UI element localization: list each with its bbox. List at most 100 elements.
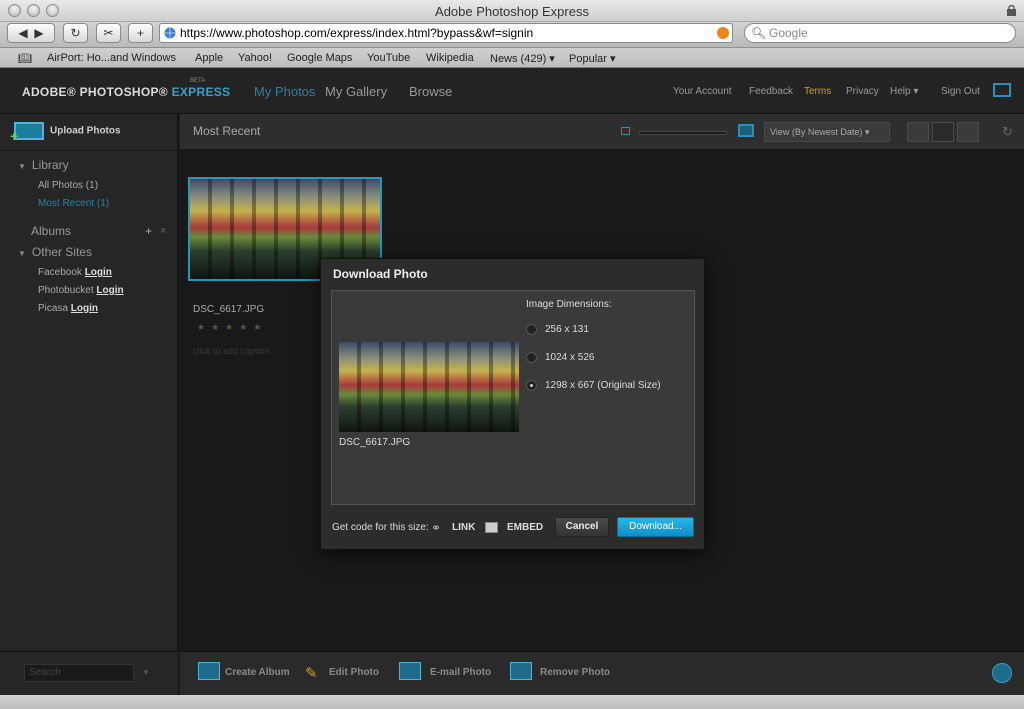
library-label: Library — [31, 158, 69, 172]
bookmark-popular[interactable]: Popular ▾ — [569, 52, 616, 65]
link-code-button[interactable]: LINK — [452, 522, 475, 533]
other-sites-label: Other Sites — [31, 245, 92, 259]
grid-view-icon[interactable] — [932, 122, 954, 142]
large-thumb-icon[interactable] — [738, 124, 754, 137]
remove-photo-icon[interactable] — [510, 662, 532, 680]
open-book-icon[interactable]: 📖︎ — [18, 52, 32, 65]
sidebar-item-all-photos[interactable]: All Photos (1) — [38, 180, 98, 191]
thumbnail-size-slider[interactable] — [639, 131, 727, 135]
dimensions-label: Image Dimensions: — [526, 299, 612, 310]
site-name: Picasa — [38, 303, 69, 314]
logo-express-text: EXPRESS — [171, 85, 231, 99]
bookmark-airport[interactable]: AirPort: Ho...and Windows — [47, 52, 176, 64]
rating-stars[interactable]: ★★★★★ — [197, 322, 267, 333]
size-option-1024[interactable]: 1024 x 526 — [526, 352, 595, 363]
edit-photo-button[interactable]: Edit Photo — [329, 667, 379, 678]
size-option-original[interactable]: 1298 x 667 (Original Size) — [526, 380, 661, 391]
email-photo-button[interactable]: E-mail Photo — [430, 667, 491, 678]
address-bar[interactable]: https://www.photoshop.com/express/index.… — [159, 23, 733, 43]
nav-my-gallery[interactable]: My Gallery — [325, 84, 387, 99]
email-icon[interactable] — [399, 662, 421, 680]
search-placeholder: Google — [769, 26, 808, 40]
size-label: 1024 x 526 — [545, 352, 595, 364]
back-forward-buttons[interactable]: ◀ ▶ — [7, 23, 55, 43]
preview-filename: DSC_6617.JPG — [339, 437, 411, 448]
sidebar-search-input[interactable]: Search — [24, 664, 134, 682]
bookmark-yahoo[interactable]: Yahoo! — [238, 52, 272, 64]
info-icon[interactable] — [992, 663, 1012, 683]
pencil-icon[interactable]: ✎ — [305, 664, 318, 682]
bookmarks-bar: 📖︎ AirPort: Ho...and Windows Apple Yahoo… — [0, 48, 1024, 68]
link-chain-icon[interactable]: ⚭ — [431, 521, 441, 535]
library-header[interactable]: ▼ Library — [18, 158, 69, 172]
view-sort-select[interactable]: View (By Newest Date) ▾ — [764, 122, 890, 142]
get-code-label: Get code for this size: — [332, 522, 429, 533]
bookmark-google-maps[interactable]: Google Maps — [287, 52, 352, 64]
fullscreen-icon[interactable] — [993, 83, 1011, 97]
refresh-icon[interactable]: ↻ — [1002, 124, 1013, 140]
reload-button[interactable]: ↻ — [63, 23, 88, 43]
caption-field[interactable]: click to add caption — [193, 346, 270, 356]
page-title: Most Recent — [193, 124, 261, 138]
forward-icon[interactable]: ▶ — [34, 26, 43, 40]
size-option-256[interactable]: 256 x 131 — [526, 324, 589, 335]
upload-photos-button[interactable]: Upload Photos — [10, 122, 121, 144]
snippet-button[interactable]: ✂ — [96, 23, 121, 43]
nav-browse[interactable]: Browse — [409, 84, 452, 99]
back-icon[interactable]: ◀ — [18, 26, 27, 40]
expand-triangle-icon: ▼ — [18, 162, 26, 171]
facebook-login-link[interactable]: Login — [85, 267, 112, 278]
chevron-down-icon[interactable]: ▼ — [142, 668, 150, 677]
cancel-button[interactable]: Cancel — [555, 517, 609, 537]
reload-icon: ↻ — [70, 26, 81, 40]
site-facebook: Facebook Login — [38, 267, 112, 278]
remove-photo-button[interactable]: Remove Photo — [540, 667, 610, 678]
bookmark-youtube[interactable]: YouTube — [367, 52, 410, 64]
link-your-account[interactable]: Your Account — [673, 86, 732, 97]
sidebar-item-most-recent[interactable]: Most Recent (1) — [38, 198, 109, 209]
bookmark-apple[interactable]: Apple — [195, 52, 223, 64]
radio-button[interactable] — [526, 324, 537, 335]
bottom-action-bar: Create Album ✎ Edit Photo E-mail Photo R… — [180, 651, 1024, 695]
radio-button[interactable] — [526, 352, 537, 363]
bookmark-news[interactable]: News (429) ▾ — [490, 52, 555, 65]
site-photobucket: Photobucket Login — [38, 285, 124, 296]
window-title: Adobe Photoshop Express — [435, 4, 589, 19]
download-button[interactable]: Download... — [617, 517, 694, 537]
add-bookmark-button[interactable]: + — [128, 23, 153, 43]
upload-label: Upload Photos — [50, 125, 121, 137]
scissors-icon: ✂ — [103, 26, 114, 40]
create-album-icon[interactable] — [198, 662, 220, 680]
link-help[interactable]: Help ▾ — [890, 86, 918, 97]
single-view-icon[interactable] — [907, 122, 929, 142]
add-album-icon[interactable]: + — [145, 224, 152, 238]
globe-icon — [164, 27, 176, 39]
embed-code-button[interactable]: EMBED — [507, 522, 543, 533]
search-input[interactable]: 🔍︎ Google — [744, 23, 1016, 43]
size-label: 256 x 131 — [545, 324, 589, 336]
bookmark-wikipedia[interactable]: Wikipedia — [426, 52, 474, 64]
nav-my-photos[interactable]: My Photos — [254, 84, 315, 99]
embed-icon[interactable] — [485, 522, 498, 533]
divider — [0, 150, 178, 151]
radio-button-selected[interactable] — [526, 380, 537, 391]
link-terms[interactable]: Terms — [804, 86, 831, 97]
browser-toolbar: ◀ ▶ ↻ ✂ + https://www.photoshop.com/expr… — [0, 22, 1024, 48]
create-album-button[interactable]: Create Album — [225, 667, 290, 678]
rss-icon[interactable] — [717, 27, 729, 39]
small-thumb-icon[interactable] — [621, 127, 630, 135]
link-privacy[interactable]: Privacy — [846, 86, 879, 97]
upload-icon — [10, 122, 44, 144]
window-titlebar: Adobe Photoshop Express — [0, 0, 1024, 22]
photobucket-login-link[interactable]: Login — [96, 285, 123, 296]
app-logo[interactable]: ADOBE® PHOTOSHOP® EXPRESS — [22, 85, 230, 99]
list-view-icon[interactable] — [957, 122, 979, 142]
link-feedback[interactable]: Feedback — [749, 86, 793, 97]
other-sites-header[interactable]: ▼ Other Sites — [18, 245, 92, 259]
link-sign-out[interactable]: Sign Out — [941, 86, 980, 97]
dialog-title: Download Photo — [333, 267, 428, 281]
picasa-login-link[interactable]: Login — [71, 303, 98, 314]
close-icon[interactable]: × — [160, 225, 166, 237]
albums-header[interactable]: Albums — [31, 224, 71, 238]
site-name: Facebook — [38, 267, 82, 278]
